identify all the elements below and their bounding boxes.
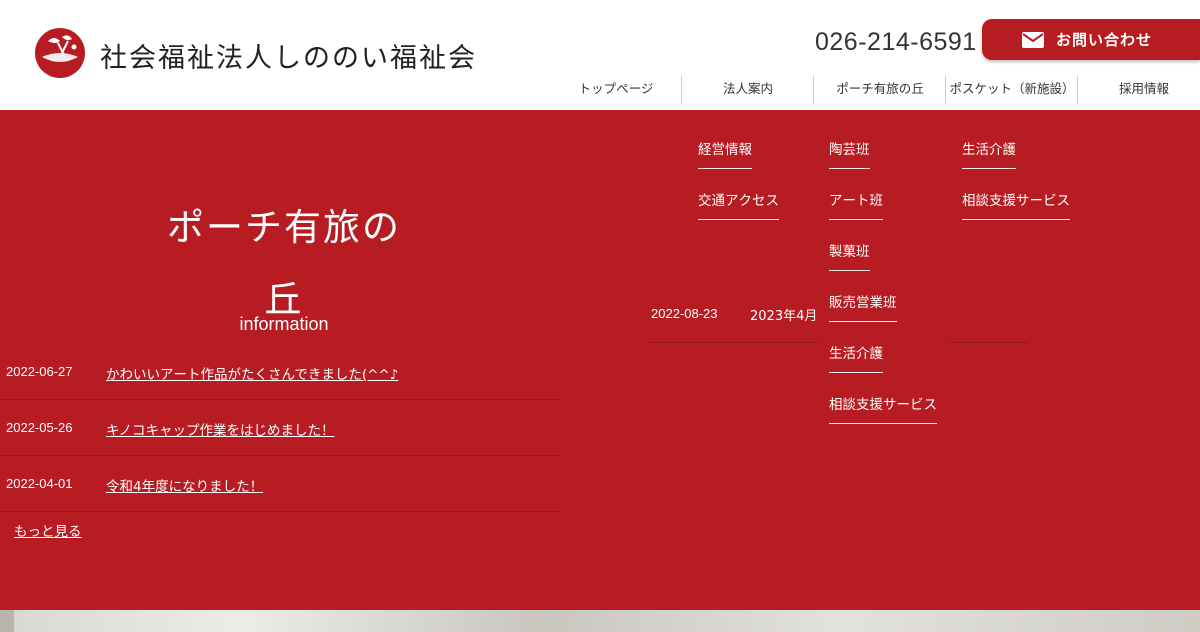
news-item: 2022-06-27 かわいいアート作品がたくさんできました(^^♪	[0, 344, 560, 400]
nav-item-posket[interactable]: ポスケット（新施設）	[946, 74, 1078, 106]
dropdown-item-sales[interactable]: 販売営業班	[829, 291, 897, 322]
dropdown-item-daily-care[interactable]: 生活介護	[962, 138, 1016, 169]
news-item: 2022-04-01 令和4年度になりました！	[0, 456, 560, 512]
dropdown-item-access[interactable]: 交通アクセス	[698, 189, 779, 220]
more-link[interactable]: もっと見る	[14, 520, 82, 540]
news-link[interactable]: かわいいアート作品がたくさんできました(^^♪	[106, 363, 398, 383]
dropdown-item-consultation[interactable]: 相談支援サービス	[962, 189, 1070, 220]
logo-emblem-icon[interactable]	[34, 27, 86, 79]
dropdown-item-pottery[interactable]: 陶芸班	[829, 138, 870, 169]
dropdown-item-consultation[interactable]: 相談支援サービス	[829, 393, 937, 424]
dropdown-item-confectionery[interactable]: 製菓班	[829, 240, 870, 271]
news-date: 2022-06-27	[6, 364, 73, 379]
mail-icon	[1022, 31, 1044, 48]
phone-number[interactable]: 026-214-6591	[815, 28, 977, 57]
main-nav: トップページ 法人案内 ポーチ有旅の丘 ポスケット（新施設） 採用情報	[550, 74, 1200, 106]
dropdown-porch: 陶芸班 アート班 製菓班 販売営業班 生活介護 相談支援サービス	[818, 110, 950, 430]
news-link[interactable]: キノコキャップ作業をはじめました！	[106, 419, 335, 439]
dropdown-item-daily-care[interactable]: 生活介護	[829, 342, 883, 373]
nav-item-corporate[interactable]: 法人案内	[682, 74, 814, 106]
news-date: 2022-05-26	[6, 420, 73, 435]
hero-photo	[0, 610, 1200, 632]
section-subtitle: information	[239, 314, 329, 334]
news-list: 2022-06-27 かわいいアート作品がたくさんできました(^^♪ 2022-…	[0, 344, 560, 512]
dropdown-item-art[interactable]: アート班	[829, 189, 883, 220]
nav-item-porch[interactable]: ポーチ有旅の丘	[814, 74, 946, 106]
dropdown-corporate: 経営情報 交通アクセス	[686, 110, 814, 238]
news-link[interactable]: 2023年4月	[750, 305, 817, 324]
news-date: 2022-04-01	[6, 476, 73, 491]
news-date: 2022-08-23	[651, 306, 718, 321]
news-item: 2022-05-26 キノコキャップ作業をはじめました！	[0, 400, 560, 456]
dropdown-item-management[interactable]: 経営情報	[698, 138, 752, 169]
nav-item-recruit[interactable]: 採用情報	[1078, 74, 1200, 106]
nav-item-top[interactable]: トップページ	[550, 74, 682, 106]
contact-button[interactable]: お問い合わせ	[982, 19, 1200, 60]
dropdown-posket: 生活介護 相談支援サービス	[950, 110, 1080, 230]
site-header: 社会福祉法人しののい福祉会 026-214-6591 お問い合わせ トップページ…	[0, 0, 1200, 110]
news-link[interactable]: 令和4年度になりました！	[106, 475, 263, 495]
site-title[interactable]: 社会福祉法人しののい福祉会	[100, 36, 477, 75]
contact-button-label: お問い合わせ	[1056, 31, 1153, 49]
